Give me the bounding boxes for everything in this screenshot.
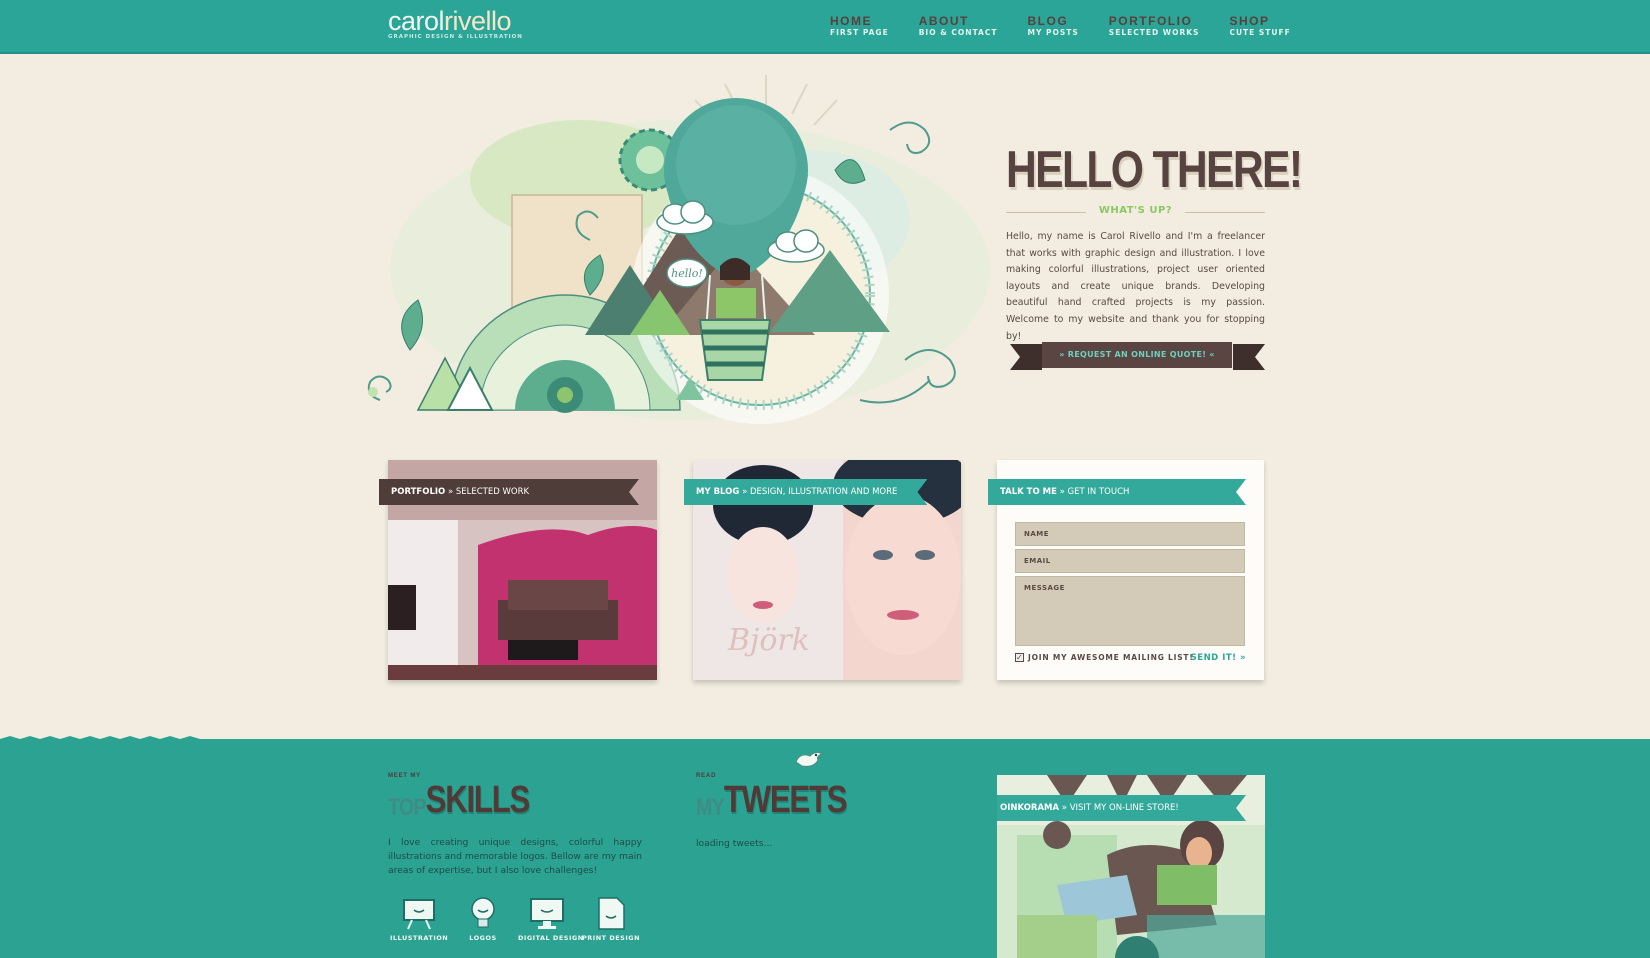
nav-item-home[interactable]: HOME FIRST PAGE — [830, 14, 889, 37]
nav-sublabel: CUTE STUFF — [1229, 28, 1291, 37]
tweets-title: TWEETS — [723, 779, 848, 821]
store-card[interactable]: OINKORAMA » VISIT MY ON-LINE STORE! — [997, 775, 1265, 958]
tweets-prefix: MY — [696, 794, 725, 821]
tweets-status: loading tweets... — [696, 838, 773, 849]
lightbulb-icon — [471, 897, 495, 928]
skills-heading: MEET MY TOP SKILLS — [388, 773, 560, 822]
site-logo[interactable]: carolrivello GRAPHIC DESIGN & ILLUSTRATI… — [388, 6, 523, 40]
skill-digital-design: DIGITAL DESIGN — [518, 894, 584, 942]
nav-label: ABOUT — [918, 14, 969, 28]
nav-sublabel: FIRST PAGE — [830, 28, 889, 37]
nav-label: BLOG — [1027, 14, 1069, 28]
logo-tagline: GRAPHIC DESIGN & ILLUSTRATION — [388, 34, 523, 40]
blog-card[interactable]: Björk MY BLOG » DESIGN, ILLUSTRATION AND… — [693, 460, 961, 680]
contact-ribbon: TALK TO ME » GET IN TOUCH — [988, 479, 1246, 505]
skills-title: SKILLS — [425, 779, 531, 821]
nav-sublabel: BIO & CONTACT — [918, 28, 998, 37]
nav-sublabel: SELECTED WORKS — [1108, 28, 1200, 37]
main-nav: HOME FIRST PAGE ABOUT BIO & CONTACT BLOG… — [830, 14, 1321, 37]
skills-description: I love creating unique designs, colorful… — [388, 837, 642, 876]
skill-logos: LOGOS — [454, 894, 512, 942]
portfolio-card[interactable]: PORTFOLIO » SELECTED WORK — [388, 460, 657, 680]
skill-label: LOGOS — [469, 934, 497, 942]
skill-print-design: PRINT DESIGN — [582, 894, 640, 942]
hero-subtitle-row: WHAT'S UP? — [1006, 204, 1265, 220]
message-field[interactable]: MESSAGE — [1015, 576, 1245, 646]
skills-prefix: TOP — [388, 794, 426, 821]
hero-title: HELLO THERE! — [1006, 141, 1303, 199]
nav-item-shop[interactable]: SHOP CUTE STUFF — [1229, 14, 1290, 37]
skill-label: ILLUSTRATION — [390, 934, 449, 942]
monitor-icon — [530, 898, 564, 929]
portfolio-ribbon[interactable]: PORTFOLIO » SELECTED WORK — [379, 479, 639, 505]
nav-label: SHOP — [1229, 14, 1270, 28]
nav-label: PORTFOLIO — [1108, 14, 1193, 28]
mailing-list-checkbox[interactable]: ✓ — [1015, 653, 1024, 662]
document-icon — [598, 897, 625, 930]
request-quote-button[interactable]: » REQUEST AN ONLINE QUOTE! « — [1042, 342, 1232, 368]
top-navigation-bar: carolrivello GRAPHIC DESIGN & ILLUSTRATI… — [0, 0, 1650, 54]
email-field[interactable]: EMAIL — [1015, 549, 1245, 573]
balloon-speech-text: hello! — [671, 267, 703, 280]
mailing-list-option[interactable]: ✓ JOIN MY AWESOME MAILING LIST! — [1015, 653, 1194, 662]
logo-wordmark: carolrivello — [388, 6, 512, 36]
hero-illustration: hello! — [367, 75, 990, 424]
bird-icon — [795, 751, 824, 767]
store-ribbon[interactable]: OINKORAMA » VISIT MY ON-LINE STORE! — [997, 795, 1246, 821]
contact-card: TALK TO ME » GET IN TOUCH NAME EMAIL MES… — [997, 460, 1264, 680]
divider-line — [1185, 212, 1265, 213]
nav-item-about[interactable]: ABOUT BIO & CONTACT — [919, 14, 998, 37]
mailing-list-label: JOIN MY AWESOME MAILING LIST! — [1028, 653, 1194, 662]
svg-text:Björk: Björk — [727, 623, 810, 658]
hero-subtitle: WHAT'S UP? — [1098, 205, 1173, 216]
send-button[interactable]: SEND IT! » — [1191, 653, 1246, 663]
skill-label: DIGITAL DESIGN — [518, 934, 584, 942]
blog-ribbon[interactable]: MY BLOG » DESIGN, ILLUSTRATION AND MORE — [684, 479, 927, 505]
skills-list: ILLUSTRATION LOGOS DIGITAL DESIGN PRINT … — [390, 894, 646, 942]
hero-intro-text: Hello, my name is Carol Rivello and I'm … — [1006, 231, 1265, 342]
skill-illustration: ILLUSTRATION — [390, 894, 448, 942]
nav-sublabel: MY POSTS — [1027, 28, 1079, 37]
skill-label: PRINT DESIGN — [582, 934, 641, 942]
nav-item-portfolio[interactable]: PORTFOLIO SELECTED WORKS — [1109, 14, 1200, 37]
easel-icon — [403, 899, 435, 930]
nav-label: HOME — [830, 14, 872, 28]
name-field[interactable]: NAME — [1015, 522, 1245, 546]
nav-item-blog[interactable]: BLOG MY POSTS — [1027, 14, 1078, 37]
tweets-heading: READ MY TWEETS — [696, 773, 879, 822]
